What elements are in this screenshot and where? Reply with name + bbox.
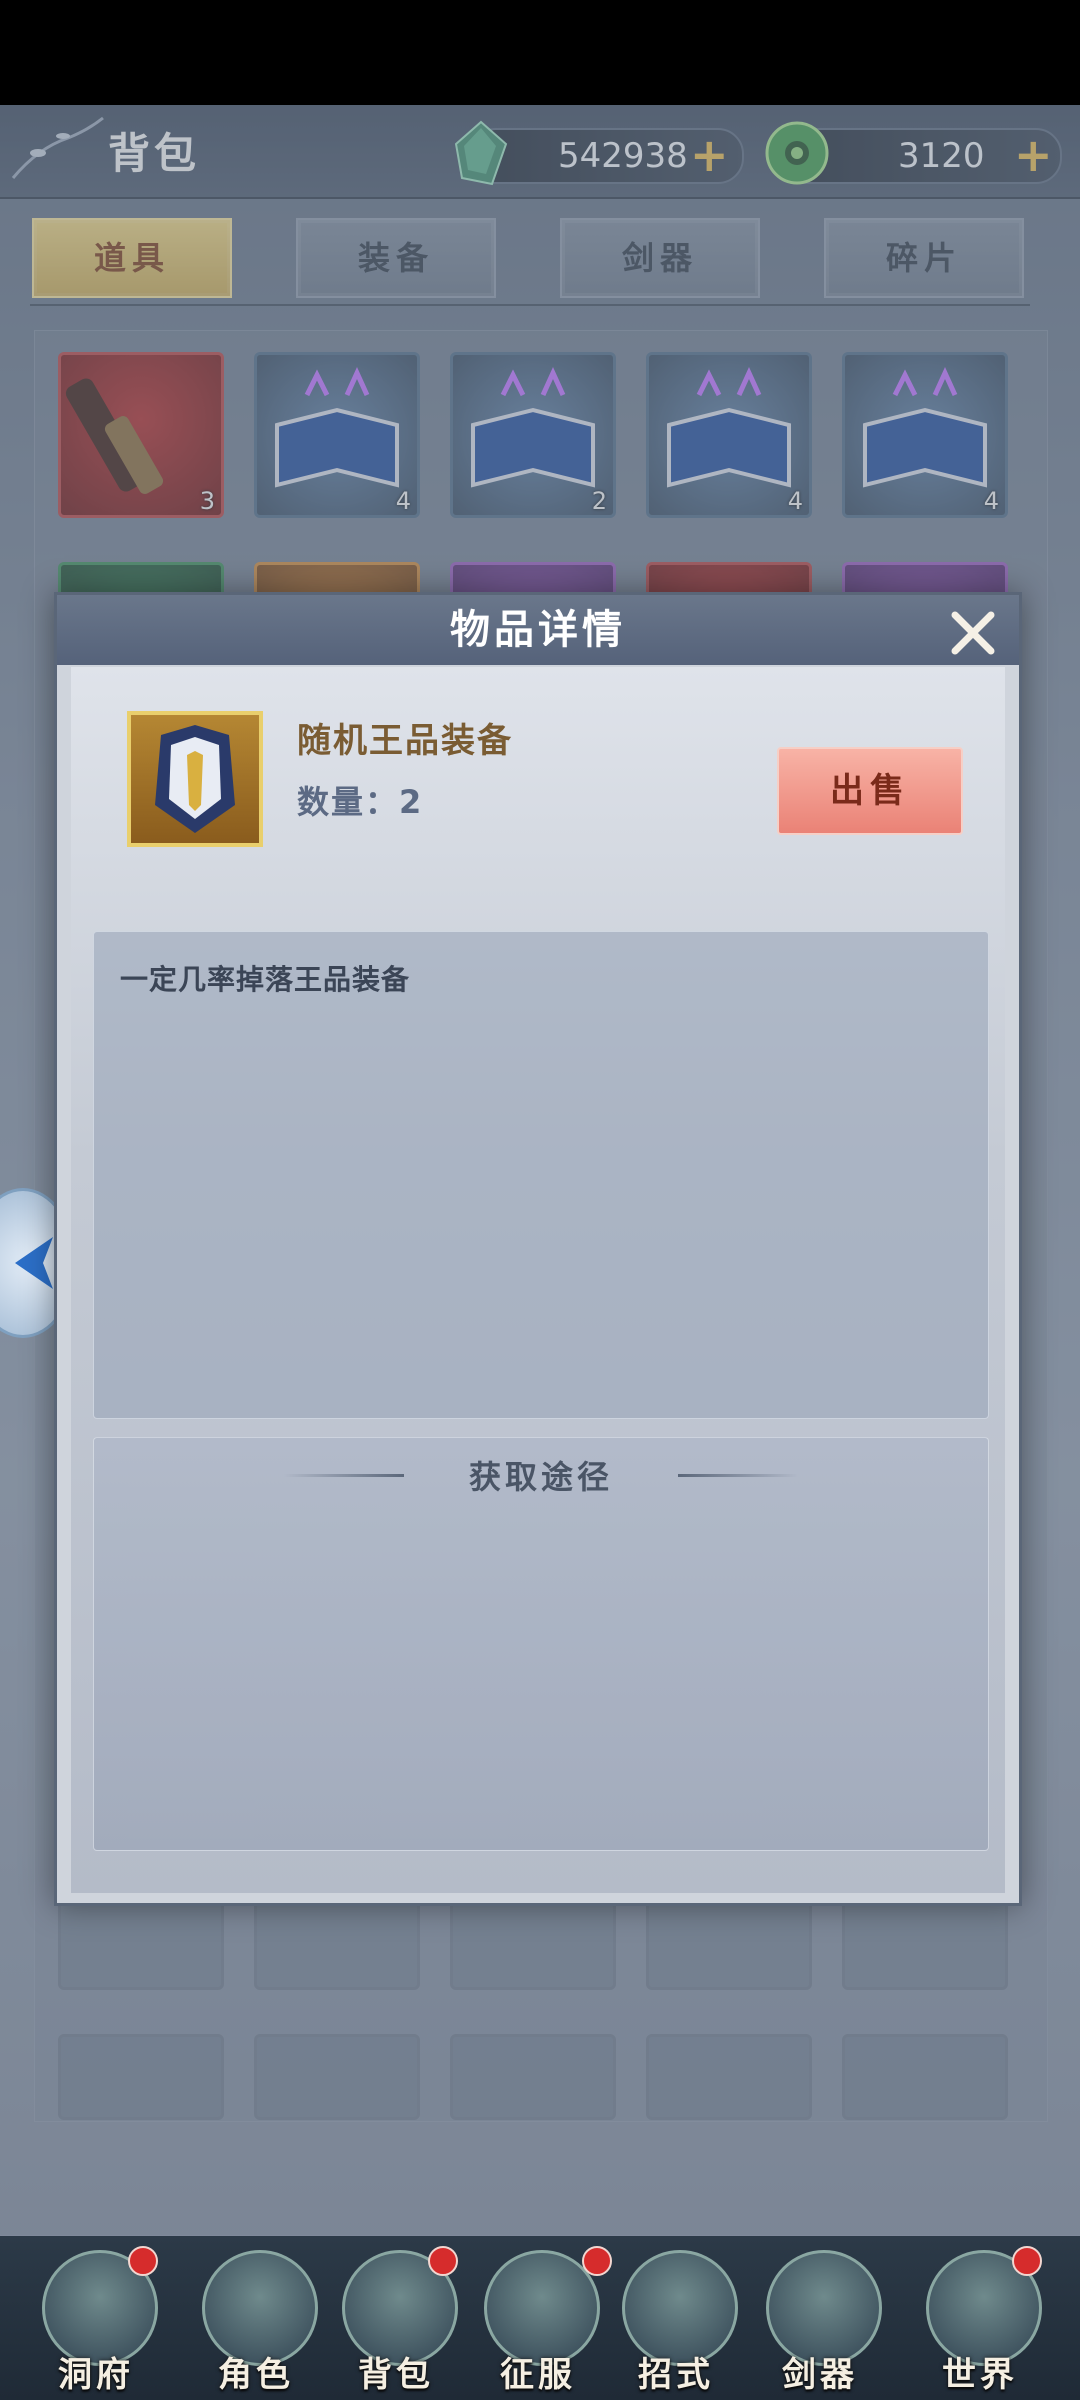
dialog-body: 随机王品装备 数量：2 出售 一定几率掉落王品装备 获取途径 — [71, 667, 1005, 1893]
acquisition-title: 获取途径 — [468, 1458, 613, 1496]
notification-badge — [428, 2246, 458, 2276]
nav-world[interactable]: 世界 — [918, 2246, 1042, 2400]
nav-character[interactable]: 角色 — [194, 2246, 318, 2400]
nav-label: 背包 — [358, 2355, 434, 2395]
item-thumbnail — [127, 711, 263, 847]
notification-badge — [128, 2246, 158, 2276]
notification-badge — [582, 2246, 612, 2276]
nav-conquer[interactable]: 征服 — [476, 2246, 600, 2400]
description-panel: 一定几率掉落王品装备 — [93, 931, 989, 1419]
nav-swords[interactable]: 剑器 — [758, 2246, 882, 2400]
nav-label: 洞府 — [58, 2355, 134, 2395]
nav-label: 征服 — [500, 2355, 576, 2395]
nav-skills[interactable]: 招式 — [582, 2246, 738, 2400]
nav-label: 角色 — [218, 2355, 294, 2395]
nav-label: 招式 — [638, 2355, 714, 2395]
nav-bag[interactable]: 背包 — [334, 2246, 458, 2400]
divider-right — [678, 1474, 798, 1477]
dialog-title: 物品详情 — [450, 607, 626, 653]
acquisition-panel: 获取途径 — [93, 1437, 989, 1851]
item-quantity-label: 数量：2 — [297, 783, 424, 821]
status-bar — [0, 0, 1080, 105]
close-icon[interactable] — [945, 605, 1001, 661]
nav-label: 剑器 — [782, 2355, 858, 2395]
item-description: 一定几率掉落王品装备 — [120, 963, 411, 996]
armor-icon — [155, 725, 235, 833]
sell-button[interactable]: 出售 — [777, 747, 963, 835]
nav-label: 世界 — [942, 2355, 1018, 2395]
bottom-nav: 洞府 角色 背包 征服 招式 剑器 世界 — [0, 2236, 1080, 2400]
notification-badge — [1012, 2246, 1042, 2276]
item-detail-dialog: 物品详情 随机王品装备 数量：2 出售 一定几率掉落王品装备 获取途径 — [54, 592, 1022, 1906]
nav-cave[interactable]: 洞府 — [34, 2246, 158, 2400]
item-name: 随机王品装备 — [297, 721, 513, 761]
